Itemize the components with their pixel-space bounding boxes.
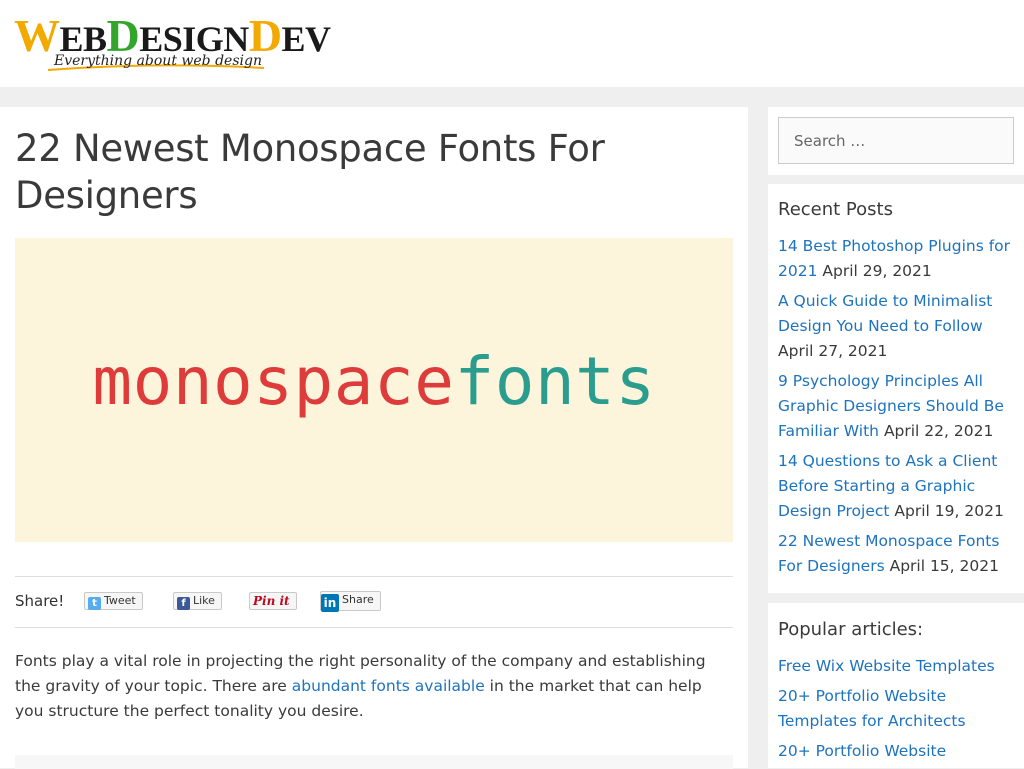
share-bar: Share! t Tweet f Like Pin it in Share <box>15 589 733 615</box>
logo-tagline: Everything about web design <box>54 53 262 69</box>
popular-articles-title: Popular articles: <box>778 619 924 640</box>
linkedin-share-button[interactable]: in Share <box>320 591 381 612</box>
recent-post-item: 22 Newest Monospace Fonts For Designers … <box>778 529 1014 579</box>
post-date: April 19, 2021 <box>894 502 1004 520</box>
like-label: Like <box>193 594 215 607</box>
popular-article-item: Free Wix Website Templates <box>778 654 1014 679</box>
recent-post-link[interactable]: A Quick Guide to Minimalist Design You N… <box>778 292 992 335</box>
post-date: April 15, 2021 <box>889 557 999 575</box>
search-widget: Search … <box>768 107 1024 175</box>
site-header: WEBDESIGNDEV Everything about web design <box>0 0 1024 87</box>
share-divider-top <box>15 576 733 577</box>
site-logo[interactable]: WEBDESIGNDEV Everything about web design <box>14 13 332 71</box>
recent-posts-list: 14 Best Photoshop Plugins for 2021 April… <box>778 234 1014 584</box>
popular-article-link[interactable]: 20+ Portfolio Website Templates for Arch… <box>778 687 966 730</box>
recent-post-item: 14 Best Photoshop Plugins for 2021 April… <box>778 234 1014 284</box>
twitter-icon: t <box>88 597 101 610</box>
popular-article-link[interactable]: 20+ Portfolio Website <box>778 742 946 760</box>
featured-image-text: monospacefonts <box>15 342 733 422</box>
linkedin-label: Share <box>342 593 374 606</box>
pinterest-button[interactable]: Pin it <box>249 592 297 610</box>
linkedin-icon: in <box>321 594 339 612</box>
tweet-label: Tweet <box>104 594 136 607</box>
post-date: April 29, 2021 <box>822 262 932 280</box>
facebook-like-button[interactable]: f Like <box>173 592 222 610</box>
content-block-edge <box>15 755 733 769</box>
recent-post-item: 14 Questions to Ask a Client Before Star… <box>778 449 1014 524</box>
featured-image: monospacefonts <box>15 238 733 542</box>
logo-letter-w: W <box>14 10 60 61</box>
popular-articles-widget: Popular articles: Free Wix Website Templ… <box>768 603 1024 768</box>
recent-posts-title: Recent Posts <box>778 199 893 220</box>
pinterest-label: Pin it <box>253 594 290 608</box>
featured-word-fonts: fonts <box>454 343 656 420</box>
share-divider-bottom <box>15 627 733 628</box>
popular-article-item: 20+ Portfolio Website <box>778 739 1014 764</box>
article-intro-paragraph: Fonts play a vital role in projecting th… <box>15 649 733 724</box>
facebook-icon: f <box>177 597 190 610</box>
recent-posts-widget: Recent Posts 14 Best Photoshop Plugins f… <box>768 184 1024 593</box>
article: 22 Newest Monospace Fonts For Designers … <box>0 107 748 769</box>
article-title: 22 Newest Monospace Fonts For Designers <box>15 127 605 217</box>
popular-article-link[interactable]: Free Wix Website Templates <box>778 657 995 675</box>
post-date: April 22, 2021 <box>883 422 994 440</box>
logo-text-ev: EV <box>281 19 332 59</box>
search-input[interactable]: Search … <box>778 117 1014 164</box>
popular-article-item: 20+ Portfolio Website Templates for Arch… <box>778 684 1014 734</box>
popular-articles-list: Free Wix Website Templates 20+ Portfolio… <box>778 654 1014 769</box>
tweet-button[interactable]: t Tweet <box>84 592 143 610</box>
recent-post-item: A Quick Guide to Minimalist Design You N… <box>778 289 1014 364</box>
share-label: Share! <box>15 592 65 610</box>
post-date: April 27, 2021 <box>778 342 888 360</box>
recent-post-item: 9 Psychology Principles All Graphic Desi… <box>778 369 1014 444</box>
abundant-fonts-link[interactable]: abundant fonts available <box>292 677 485 695</box>
featured-word-monospace: monospace <box>92 343 455 420</box>
